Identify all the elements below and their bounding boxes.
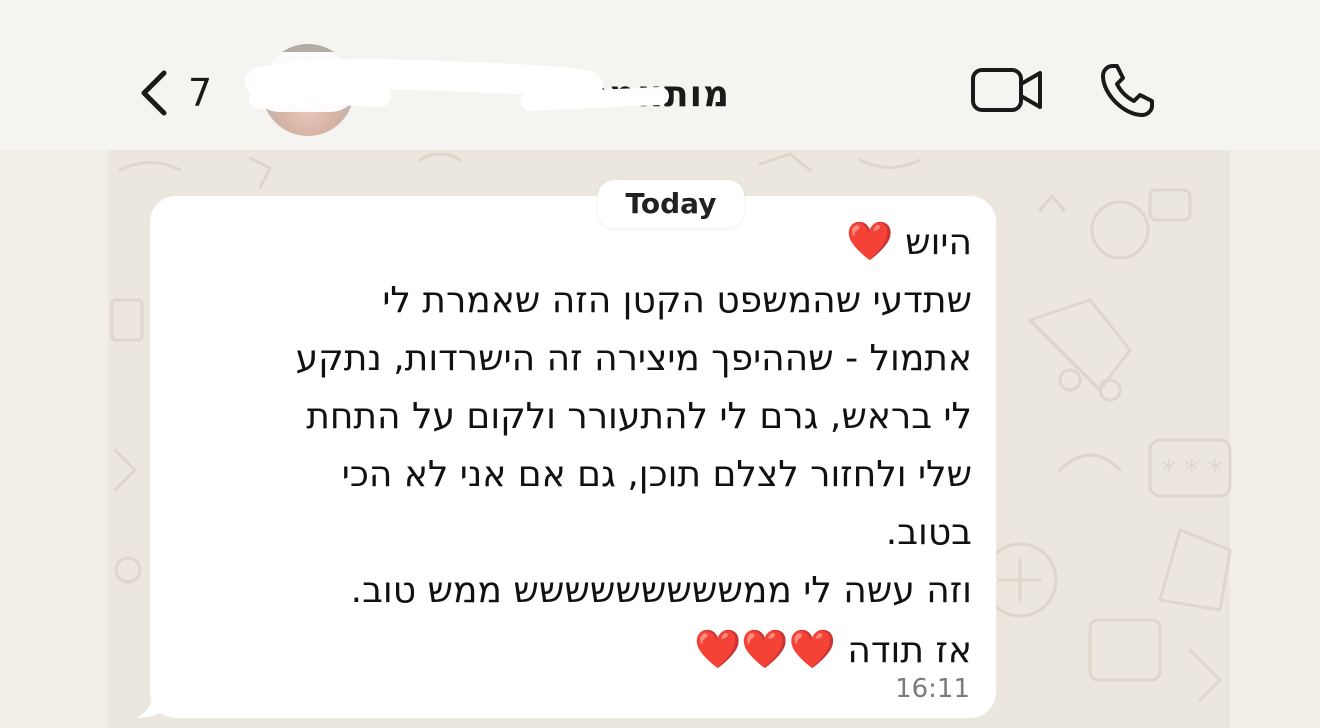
phone-icon bbox=[1098, 64, 1158, 124]
name-redaction-scribble bbox=[245, 59, 669, 111]
back-button[interactable]: 7 bbox=[136, 68, 220, 118]
message-line: אז תודה ❤️❤️❤️ bbox=[170, 620, 972, 680]
svg-text:* * *: * * * bbox=[1162, 454, 1222, 487]
message-line: וזה עשה לי ממששששששששש ממש טוב. bbox=[350, 570, 972, 611]
message-line-text: היוש bbox=[905, 222, 972, 263]
heart-emoji: ❤️ bbox=[846, 219, 894, 263]
message-line: אתמול - שההיפך מיצירה זה הישרדות, נתקע bbox=[295, 338, 972, 379]
chevron-left-icon bbox=[136, 69, 170, 117]
message-timestamp: 16:11 bbox=[895, 674, 970, 704]
message-line: שלי ולחזור לצלם תוכן, גם אם אני לא הכי bbox=[341, 454, 972, 495]
chat-header: 7 מותאמנות bbox=[0, 0, 1320, 150]
message-line: היוש ❤️ bbox=[170, 212, 972, 272]
video-call-button[interactable] bbox=[970, 66, 1044, 114]
date-divider: Today bbox=[598, 180, 744, 228]
unread-count: 7 bbox=[188, 71, 213, 115]
voice-call-button[interactable] bbox=[1098, 60, 1158, 120]
message-line-text: אז תודה bbox=[847, 630, 972, 671]
video-camera-icon bbox=[970, 68, 1044, 118]
message-text: היוש ❤️ שתדעי שהמשפט הקטן הזה שאמרת לי א… bbox=[170, 212, 972, 680]
message-line: בטוב. bbox=[885, 512, 972, 553]
heart-emoji: ❤️❤️❤️ bbox=[693, 627, 836, 671]
message-line: שתדעי שהמשפט הקטן הזה שאמרת לי bbox=[382, 280, 972, 321]
chat-screen: * * * 7 מותאמנות היוש ❤️ שתדעי שהמשפט הק… bbox=[0, 0, 1320, 728]
message-line: לי בראש, גרם לי להתעורר ולקום על התחת bbox=[306, 396, 972, 437]
